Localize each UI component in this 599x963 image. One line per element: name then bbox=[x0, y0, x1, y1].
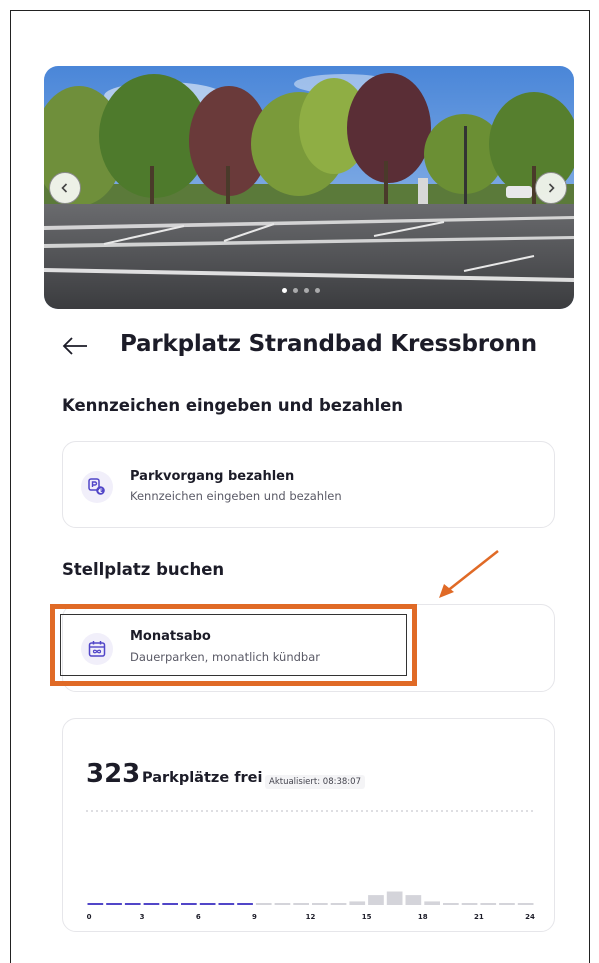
chart-bar bbox=[461, 903, 478, 905]
chart-bar bbox=[199, 903, 216, 905]
chart-bar bbox=[517, 903, 534, 905]
chart-bar bbox=[443, 903, 459, 905]
chart-tick-label: 9 bbox=[252, 913, 257, 921]
monthly-subscription-option[interactable]: Monatsabo Dauerparken, monatlich kündbar bbox=[62, 604, 555, 692]
chart-bar bbox=[368, 895, 384, 905]
free-spaces-count: 323 bbox=[86, 759, 141, 789]
chart-bar bbox=[312, 903, 328, 905]
arrow-left-icon bbox=[62, 337, 87, 355]
chart-bar bbox=[405, 895, 422, 905]
subscription-option-subtitle: Dauerparken, monatlich kündbar bbox=[130, 650, 320, 664]
page-title: Parkplatz Strandbad Kressbronn bbox=[120, 331, 537, 357]
chart-bar bbox=[162, 903, 178, 905]
chart-bar bbox=[106, 903, 122, 905]
chart-bar bbox=[237, 903, 253, 905]
chart-bar bbox=[218, 903, 235, 905]
chart-bar bbox=[480, 903, 497, 905]
chevron-left-icon bbox=[61, 183, 68, 193]
svg-text:€: € bbox=[97, 488, 102, 495]
calendar-infinity-icon bbox=[81, 633, 113, 665]
chart-tick-label: 21 bbox=[474, 913, 484, 921]
section-title-book: Stellplatz buchen bbox=[62, 560, 225, 579]
subscription-option-title: Monatsabo bbox=[130, 629, 211, 644]
free-spaces-label: Parkplätze frei bbox=[142, 770, 263, 786]
carousel-next-button[interactable] bbox=[535, 172, 567, 204]
chart-bar bbox=[87, 903, 104, 905]
chart-bar bbox=[386, 891, 403, 905]
chart-bar bbox=[349, 901, 366, 905]
annotation-arrow bbox=[439, 550, 499, 598]
parking-lot-photo bbox=[44, 66, 574, 309]
chart-tick-label: 6 bbox=[196, 913, 201, 921]
chart-bar bbox=[143, 903, 160, 905]
chart-tick-label: 15 bbox=[362, 913, 372, 921]
availability-card: 323 Parkplätze frei Aktualisiert: 08:38:… bbox=[62, 718, 555, 932]
chevron-right-icon bbox=[548, 183, 555, 193]
chart-tick-label: 3 bbox=[140, 913, 145, 921]
chart-tick-label: 24 bbox=[525, 913, 535, 921]
chart-bar bbox=[424, 901, 440, 905]
chart-bar bbox=[293, 903, 309, 905]
section-title-pay: Kennzeichen eingeben und bezahlen bbox=[62, 396, 404, 415]
occupancy-chart: 0 3 6 9 12 15 18 21 24 bbox=[86, 810, 535, 921]
chart-bar bbox=[124, 903, 141, 905]
pay-option-subtitle: Kennzeichen eingeben und bezahlen bbox=[130, 489, 342, 503]
last-updated-badge: Aktualisiert: 08:38:07 bbox=[265, 775, 365, 789]
pay-parking-option[interactable]: € Parkvorgang bezahlen Kennzeichen einge… bbox=[62, 441, 555, 528]
back-button[interactable] bbox=[60, 333, 90, 359]
chart-bar bbox=[181, 903, 197, 905]
carousel-dot[interactable] bbox=[282, 288, 287, 293]
chart-tick-label: 18 bbox=[418, 913, 428, 921]
chart-bar bbox=[255, 903, 272, 905]
carousel-dots bbox=[282, 288, 320, 293]
carousel-prev-button[interactable] bbox=[49, 172, 81, 204]
carousel-dot[interactable] bbox=[293, 288, 298, 293]
chart-bar bbox=[499, 903, 515, 905]
pay-option-title: Parkvorgang bezahlen bbox=[130, 469, 295, 484]
parking-payment-icon: € bbox=[81, 471, 113, 503]
chart-bar bbox=[274, 903, 291, 905]
chart-bar bbox=[330, 903, 347, 905]
chart-tick-label: 0 bbox=[87, 913, 92, 921]
carousel-dot[interactable] bbox=[315, 288, 320, 293]
carousel-dot[interactable] bbox=[304, 288, 309, 293]
chart-tick-label: 12 bbox=[306, 913, 316, 921]
